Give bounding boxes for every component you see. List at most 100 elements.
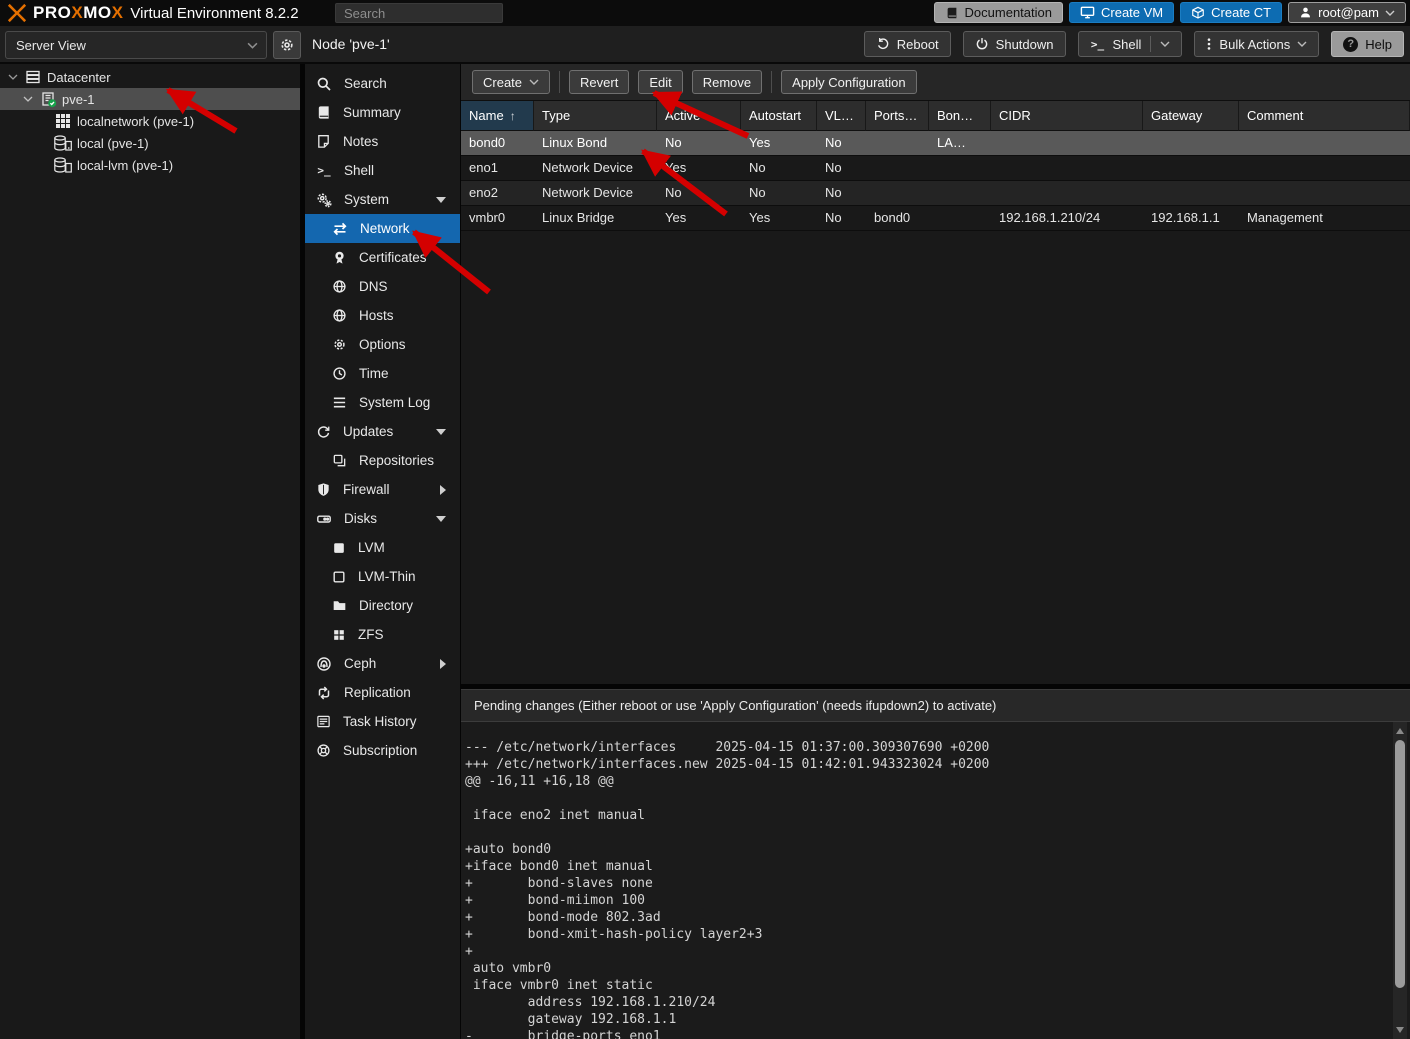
nav-item-zfs[interactable]: ZFS [305,620,460,649]
chevron-expanded-icon[interactable] [7,74,19,80]
list-icon [333,397,346,408]
nav-item-updates[interactable]: Updates [305,417,460,446]
column-header-type[interactable]: Type [534,101,657,131]
column-header-active[interactable]: Active [657,101,741,131]
tree-item-localnetwork[interactable]: localnetwork (pve-1) [0,110,300,132]
shutdown-button[interactable]: Shutdown [962,31,1066,57]
remove-button[interactable]: Remove [691,70,763,94]
storage-icon [53,134,73,152]
apply-configuration-button[interactable]: Apply Configuration [781,70,917,94]
task-list-icon [317,715,330,728]
gear-icon [281,39,293,51]
book-icon [318,106,329,119]
collapse-caret-icon[interactable] [436,428,446,435]
column-header-gateway[interactable]: Gateway [1143,101,1239,131]
column-header-bond[interactable]: Bon… [929,101,991,131]
column-header-comment[interactable]: Comment [1239,101,1410,131]
collapse-caret-icon[interactable] [436,515,446,522]
chevron-down-icon [1297,41,1307,47]
global-search-input[interactable] [335,3,503,23]
scrollbar-thumb[interactable] [1395,740,1405,988]
network-row-eno1[interactable]: eno1 Network Device Yes No No [461,156,1410,181]
nav-item-disks[interactable]: Disks [305,504,460,533]
column-header-name[interactable]: Name ↑ [461,101,534,131]
view-selector-dropdown[interactable]: Server View [5,31,267,59]
nav-item-replication[interactable]: Replication [305,678,460,707]
certificate-icon [335,251,344,264]
create-button[interactable]: Create [472,70,551,94]
network-row-vmbr0[interactable]: vmbr0 Linux Bridge Yes Yes No bond0 192.… [461,206,1410,231]
nav-item-network[interactable]: Network [305,214,460,243]
chevron-expanded-icon[interactable] [22,96,34,102]
nav-item-search[interactable]: Search [305,69,460,98]
nav-item-time[interactable]: Time [305,359,460,388]
nav-item-notes[interactable]: Notes [305,127,460,156]
bulk-actions-button[interactable]: Bulk Actions [1194,31,1320,57]
globe-icon [333,280,346,293]
expand-caret-icon[interactable] [440,484,446,495]
globe-icon [333,309,346,322]
scroll-down-icon[interactable] [1396,1027,1404,1033]
nav-item-ceph[interactable]: Ceph [305,649,460,678]
diff-text: --- /etc/network/interfaces 2025-04-15 0… [465,740,990,1039]
nav-item-subscription[interactable]: Subscription [305,736,460,765]
note-icon [318,135,329,148]
column-header-autostart[interactable]: Autostart [741,101,817,131]
edit-button[interactable]: Edit [638,70,683,94]
monitor-icon [1080,6,1095,19]
nav-item-directory[interactable]: Directory [305,591,460,620]
tree-item-label: pve-1 [62,91,95,107]
nav-item-lvm-thin[interactable]: LVM-Thin [305,562,460,591]
help-button[interactable]: ? Help [1331,31,1404,57]
tree-item-local-lvm[interactable]: local-lvm (pve-1) [0,154,300,176]
tree-item-pve-1[interactable]: pve-1 [0,88,300,110]
revert-button[interactable]: Revert [569,70,630,94]
scroll-up-icon[interactable] [1396,728,1404,734]
reboot-button[interactable]: Reboot [863,31,951,57]
nav-item-dns[interactable]: DNS [305,272,460,301]
column-header-cidr[interactable]: CIDR [991,101,1143,131]
ceph-icon [317,656,331,671]
nav-item-certificates[interactable]: Certificates [305,243,460,272]
tree-item-local[interactable]: local (pve-1) [0,132,300,154]
collapse-caret-icon[interactable] [436,196,446,203]
terminal-icon: >_ [1090,37,1105,51]
tree-item-datacenter[interactable]: Datacenter [0,66,300,88]
shell-button[interactable]: >_ Shell [1077,31,1183,57]
create-vm-button[interactable]: Create VM [1069,2,1175,23]
node-nav-panel: Search Summary Notes >_ Shell System Net… [305,64,460,1039]
nav-item-firewall[interactable]: Firewall [305,475,460,504]
folder-icon [333,601,346,610]
diff-scrollbar[interactable] [1393,722,1407,1039]
power-icon [976,38,987,50]
nav-item-shell[interactable]: >_ Shell [305,156,460,185]
brand-logo-text: PROXMOX [33,3,124,22]
view-settings-button[interactable] [273,31,301,59]
column-header-vlan[interactable]: VL… [817,101,866,131]
nav-item-system-log[interactable]: System Log [305,388,460,417]
network-content-panel: Create Revert Edit Remove Apply Configur… [461,64,1410,1039]
network-toolbar: Create Revert Edit Remove Apply Configur… [461,64,1410,101]
expand-caret-icon[interactable] [440,658,446,669]
nav-item-lvm[interactable]: LVM [305,533,460,562]
documentation-button[interactable]: Documentation [933,2,1063,23]
network-table-header: Name ↑ Type Active Autostart VL… Ports… B… [461,101,1410,131]
top-header: PROXMOX Virtual Environment 8.2.2 Docume… [0,0,1410,26]
nav-item-task-history[interactable]: Task History [305,707,460,736]
column-header-ports[interactable]: Ports… [866,101,929,131]
copy-icon [333,454,346,467]
question-icon: ? [1343,36,1359,52]
create-ct-button[interactable]: Create CT [1180,2,1283,23]
user-menu-button[interactable]: root@pam [1288,2,1406,23]
terminal-icon: >_ [317,164,331,177]
nav-item-hosts[interactable]: Hosts [305,301,460,330]
toolbar-separator [559,71,561,93]
network-row-eno2[interactable]: eno2 Network Device No No No [461,181,1410,206]
tree-item-label: local-lvm (pve-1) [77,157,174,173]
nav-item-repositories[interactable]: Repositories [305,446,460,475]
nav-item-summary[interactable]: Summary [305,98,460,127]
nav-item-options[interactable]: Options [305,330,460,359]
nav-item-system[interactable]: System [305,185,460,214]
tree-item-label: local (pve-1) [77,135,149,151]
network-row-bond0[interactable]: bond0 Linux Bond No Yes No LA… [461,131,1410,156]
